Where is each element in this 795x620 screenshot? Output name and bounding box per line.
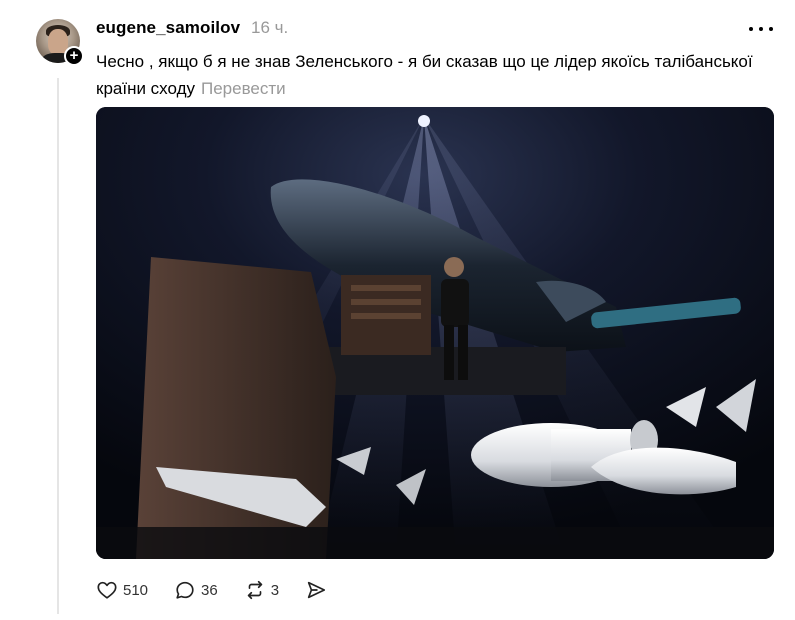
translate-link[interactable]: Перевести <box>201 79 286 98</box>
send-arrow-icon <box>307 581 326 599</box>
more-options-button[interactable] <box>749 21 773 37</box>
dot-icon <box>749 27 753 31</box>
repost-arrows-icon <box>247 580 262 600</box>
like-button[interactable]: 510 <box>96 579 148 601</box>
post-image[interactable] <box>96 107 774 559</box>
heart-icon <box>97 581 117 599</box>
action-bar: 510 36 3 <box>96 576 353 604</box>
repost-button[interactable]: 3 <box>244 579 279 601</box>
comment-count: 36 <box>201 581 218 599</box>
follow-button[interactable]: + <box>64 46 84 66</box>
speech-bubble-icon <box>176 581 194 599</box>
comment-button[interactable]: 36 <box>174 579 218 601</box>
dot-icon <box>769 27 773 31</box>
like-count: 510 <box>123 581 149 599</box>
missile-exhibition-photo <box>96 107 774 559</box>
post-text: Чесно , якщо б я не знав Зеленського - я… <box>96 48 756 102</box>
username[interactable]: eugene_samoilov <box>96 18 240 38</box>
thread-line <box>57 78 59 614</box>
share-button[interactable] <box>305 579 327 601</box>
post-body: Чесно , якщо б я не знав Зеленського - я… <box>96 52 753 98</box>
timestamp[interactable]: 16 ч. <box>251 18 288 38</box>
repost-count: 3 <box>270 581 280 599</box>
dot-icon <box>759 27 763 31</box>
